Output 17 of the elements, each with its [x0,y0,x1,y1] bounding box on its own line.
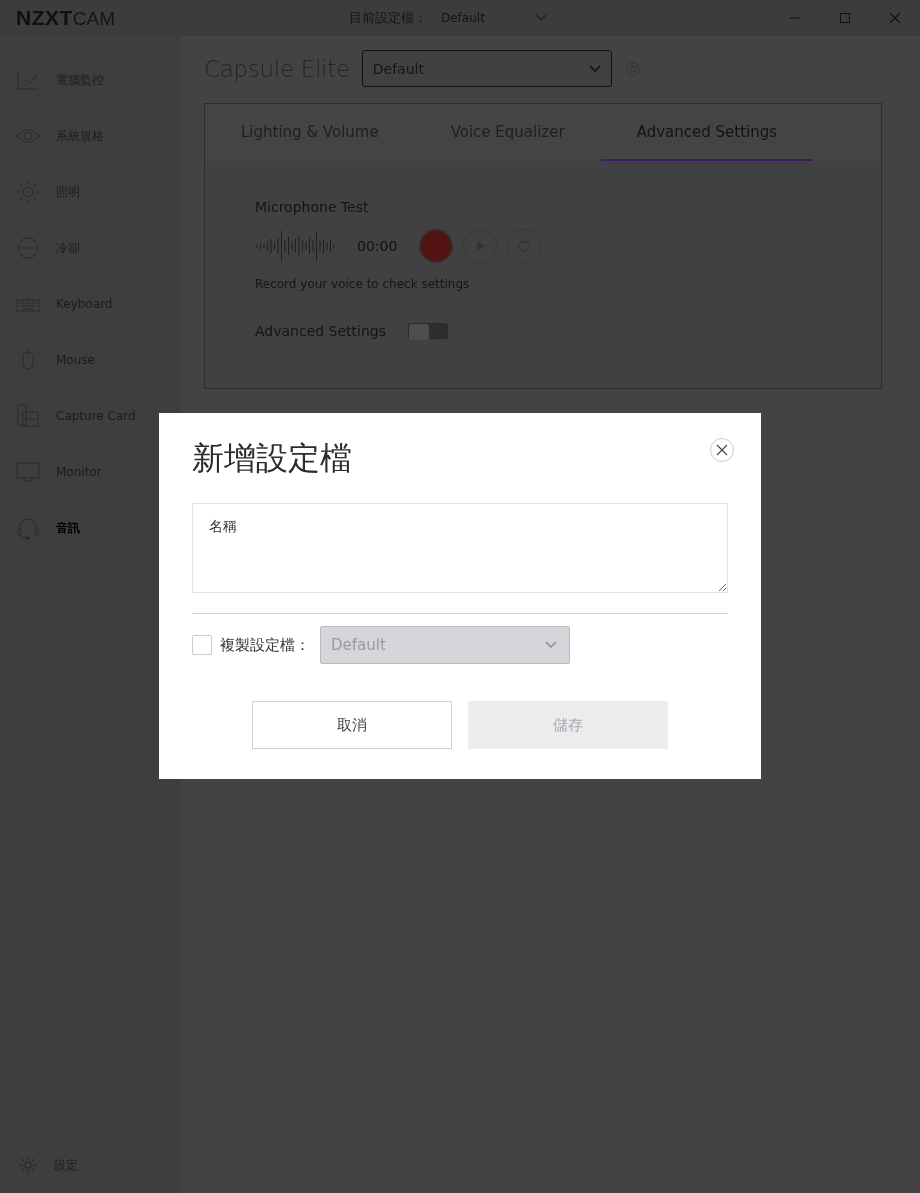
cancel-button[interactable]: 取消 [252,701,452,749]
dialog-title: 新增設定檔 [192,438,352,479]
close-icon [716,444,728,456]
checkbox-label: 複製設定檔： [220,635,310,655]
close-icon [889,12,901,24]
chevron-down-icon [588,64,601,73]
headset-icon [16,516,40,540]
chevron-down-icon [534,14,547,22]
sidebar-item[interactable]: 音訊 [0,500,180,556]
sidebar-label: 音訊 [56,519,80,537]
record-button[interactable] [419,229,454,263]
waveform-icon [255,229,337,263]
maximize-icon [839,12,851,24]
name-field[interactable]: 名稱 [192,503,728,593]
toggle-switch[interactable] [408,323,449,339]
close-button[interactable] [710,438,734,462]
chevron-down-icon [545,641,557,649]
